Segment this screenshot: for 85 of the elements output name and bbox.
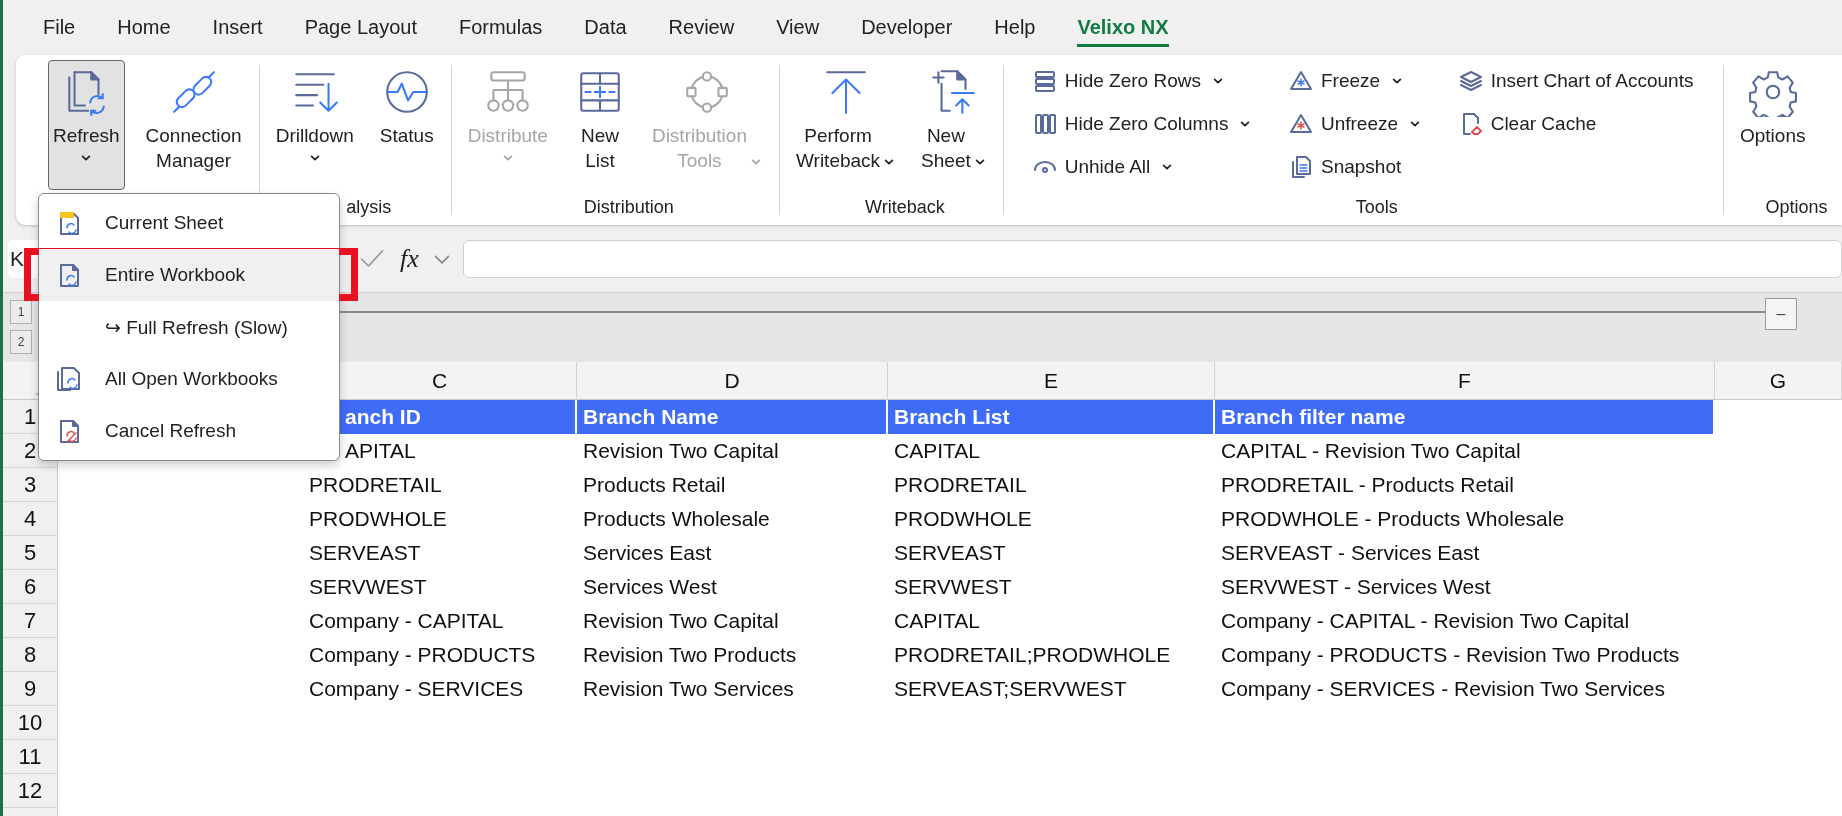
menu-tab[interactable]: View <box>755 0 841 52</box>
menu-item[interactable]: Entire Workbook <box>39 249 339 301</box>
menu-tab[interactable]: File <box>22 0 97 52</box>
table-cell-text: APITAL <box>344 438 417 464</box>
table-cell-text: PRODWHOLE <box>308 506 448 532</box>
ribbon-button[interactable]: Hide Zero Rows <box>1026 61 1269 100</box>
outline-level-button[interactable]: 2 <box>10 330 32 354</box>
table-cell-text: Company - CAPITAL - Revision Two Capital <box>1220 608 1631 634</box>
table-cell-text: SERVEAST;SERVWEST <box>893 676 1128 702</box>
table-cell-text: SERVEAST <box>893 540 1007 566</box>
menu-tab[interactable]: Formulas <box>437 0 564 52</box>
menu-tab[interactable]: Velixo NX <box>1056 0 1190 52</box>
table-cell-text: SERVWEST <box>308 574 428 600</box>
columns-icon <box>1032 111 1057 136</box>
menu-item[interactable]: Current Sheet <box>39 197 339 249</box>
column-header[interactable]: E <box>888 362 1215 400</box>
table-cell-text: PRODRETAIL <box>308 472 443 498</box>
table-cell-text: PRODWHOLE - Products Wholesale <box>1220 506 1566 532</box>
table-cell-text: Revision Two Products <box>582 642 798 668</box>
table-cell-text: Revision Two Services <box>582 676 795 702</box>
menu-tab[interactable]: Review <box>647 0 756 52</box>
table-cell-text: Services East <box>582 540 713 566</box>
ribbon-button[interactable]: New Sheet <box>916 60 991 190</box>
menu-tab[interactable]: Page Layout <box>283 0 438 52</box>
table-cell-text: Services West <box>582 574 718 600</box>
snowflake-triangle-icon <box>1288 68 1313 93</box>
ribbon-button[interactable]: Freeze <box>1282 61 1439 100</box>
table-cell-text: Revision Two Capital <box>582 608 780 634</box>
table-cell-text: Company - PRODUCTS <box>308 642 537 668</box>
header-cell: Branch Name <box>577 400 888 434</box>
ribbon-button[interactable]: Hide Zero Columns <box>1026 104 1269 143</box>
ribbon-button[interactable]: Snapshot <box>1282 147 1439 186</box>
ribbon-button[interactable]: New List <box>568 60 631 190</box>
table-cell-text: CAPITAL - Revision Two Capital <box>1220 438 1522 464</box>
menu-tab[interactable]: Insert <box>191 0 284 52</box>
formula-input[interactable] <box>462 239 1842 278</box>
table-cell-text: Company - SERVICES <box>308 676 525 702</box>
ribbon-button[interactable]: Perform Writeback <box>790 60 901 190</box>
table-cell-text: Company - SERVICES - Revision Two Services <box>1220 676 1666 702</box>
header-cell: Branch List <box>888 400 1215 434</box>
ribbon-button[interactable]: Clear Cache <box>1452 104 1711 143</box>
snowflake-triangle-icon <box>1288 111 1313 136</box>
group-label: Distribution <box>583 197 674 218</box>
ribbon-button[interactable]: Drilldown <box>270 60 359 190</box>
table-cell-text: CAPITAL <box>893 438 981 464</box>
documents-refresh-icon <box>55 366 81 392</box>
ribbon-button[interactable]: Unfreeze <box>1282 104 1439 143</box>
ribbon-button[interactable]: Insert Chart of Accounts <box>1452 61 1711 100</box>
table-cell-text: CAPITAL <box>893 608 981 634</box>
menu-tab[interactable]: Developer <box>840 0 974 52</box>
menu-item[interactable]: ↪ Full Refresh (Slow) <box>39 301 339 353</box>
header-cell: Branch filter name <box>1215 400 1715 434</box>
table-cell-text: PRODRETAIL - Products Retail <box>1220 472 1515 498</box>
table-cell-text: SERVEAST <box>308 540 422 566</box>
ribbon-button[interactable]: Options <box>1735 60 1811 190</box>
column-header[interactable]: G <box>1715 362 1842 400</box>
ribbon-button[interactable]: Connection Manager <box>140 60 247 190</box>
collapse-button[interactable]: – <box>1765 298 1797 330</box>
menu-tab[interactable]: Data <box>563 0 648 52</box>
table-cell-text: SERVWEST <box>893 574 1013 600</box>
column-header[interactable]: D <box>577 362 888 400</box>
table-cell-text: Revision Two Capital <box>582 438 780 464</box>
table-cell-text: SERVWEST - Services West <box>1220 574 1492 600</box>
ribbon-button[interactable]: Status <box>374 60 439 190</box>
menu-tab[interactable]: Help <box>973 0 1057 52</box>
table-cell-text: PRODRETAIL <box>893 472 1028 498</box>
insert-function-button[interactable]: fx <box>400 243 419 274</box>
ribbon-button[interactable]: Refresh <box>48 60 125 190</box>
group-label: Options <box>1765 197 1828 218</box>
table-cell-text: PRODRETAIL;PRODWHOLE <box>893 642 1172 668</box>
group-label: Writeback <box>865 197 945 218</box>
table-cell-text: Products Wholesale <box>582 506 771 532</box>
outline-level-button[interactable]: 1 <box>10 300 32 324</box>
column-header[interactable]: F <box>1215 362 1715 400</box>
rows-icon <box>1032 68 1057 93</box>
group-label: Tools <box>1355 197 1398 218</box>
table-cell-text: Products Retail <box>582 472 727 498</box>
group-label: alysis <box>346 197 392 218</box>
table-cell-text: Company - PRODUCTS - Revision Two Products <box>1220 642 1681 668</box>
ribbon-button[interactable]: Unhide All <box>1026 147 1269 186</box>
table-cell-text: Company - CAPITAL <box>308 608 505 634</box>
layers-icon <box>1458 68 1483 93</box>
table-cell-text: PRODWHOLE <box>893 506 1033 532</box>
table-cell-text: SERVEAST - Services East <box>1220 540 1481 566</box>
menu-tab[interactable]: Home <box>96 0 192 52</box>
